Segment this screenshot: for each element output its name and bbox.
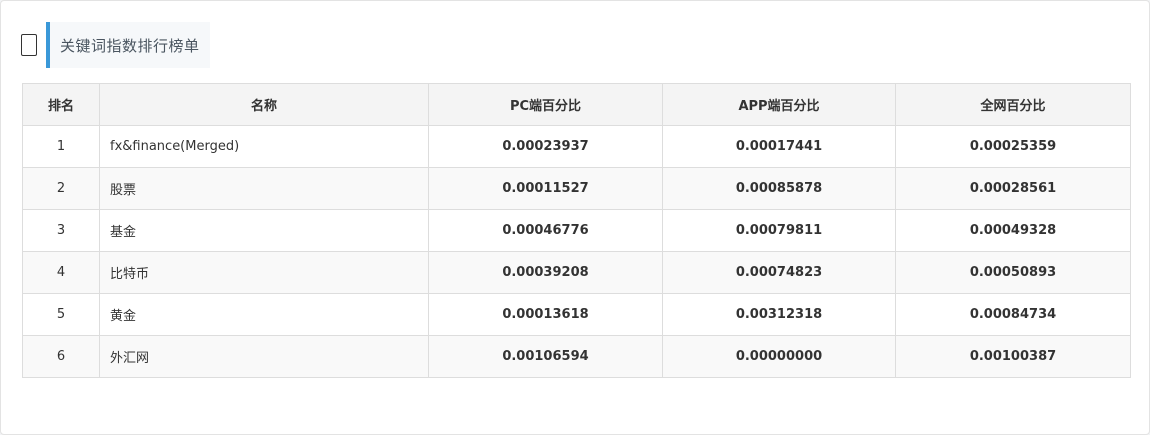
keyword-cell[interactable]: 股票: [99, 167, 429, 210]
column-header-name[interactable]: 名称: [99, 83, 429, 126]
rank-cell: 5: [22, 293, 100, 336]
column-header-rank[interactable]: 排名: [22, 83, 100, 126]
app-percent-cell: 0.00085878: [662, 167, 896, 210]
all-percent-cell: 0.00100387: [895, 335, 1131, 378]
rank-cell: 2: [22, 167, 100, 210]
column-header-all[interactable]: 全网百分比: [895, 83, 1131, 126]
rank-cell: 6: [22, 335, 100, 378]
pc-percent-cell: 0.00011527: [428, 167, 663, 210]
rank-cell: 4: [22, 251, 100, 294]
table-row: 3 基金 0.00046776 0.00079811 0.00049328: [22, 209, 1131, 252]
pc-percent-cell: 0.00013618: [428, 293, 663, 336]
keyword-cell[interactable]: 黄金: [99, 293, 429, 336]
pc-percent-cell: 0.00046776: [428, 209, 663, 252]
pc-percent-cell: 0.00023937: [428, 125, 663, 168]
table-row: 1 fx&finance(Merged) 0.00023937 0.000174…: [22, 125, 1131, 168]
panel-title: 关键词指数排行榜单: [60, 36, 200, 55]
column-header-app[interactable]: APP端百分比: [662, 83, 896, 126]
app-percent-cell: 0.00079811: [662, 209, 896, 252]
title-box: 关键词指数排行榜单: [46, 22, 210, 68]
app-percent-cell: 0.00074823: [662, 251, 896, 294]
all-percent-cell: 0.00028561: [895, 167, 1131, 210]
keyword-cell[interactable]: 比特币: [99, 251, 429, 294]
table-row: 5 黄金 0.00013618 0.00312318 0.00084734: [22, 293, 1131, 336]
panel-header: 关键词指数排行榜单: [21, 22, 210, 68]
rank-cell: 1: [22, 125, 100, 168]
table-row: 2 股票 0.00011527 0.00085878 0.00028561: [22, 167, 1131, 210]
all-percent-cell: 0.00049328: [895, 209, 1131, 252]
column-header-pc[interactable]: PC端百分比: [428, 83, 663, 126]
ranking-panel: 关键词指数排行榜单 排名 名称 PC端百分比 APP端百分比 全网百分比 1 f…: [0, 0, 1150, 435]
table-row: 4 比特币 0.00039208 0.00074823 0.00050893: [22, 251, 1131, 294]
document-icon: [21, 34, 37, 56]
keyword-cell[interactable]: 外汇网: [99, 335, 429, 378]
keyword-cell[interactable]: fx&finance(Merged): [99, 125, 429, 168]
app-percent-cell: 0.00312318: [662, 293, 896, 336]
keyword-cell[interactable]: 基金: [99, 209, 429, 252]
pc-percent-cell: 0.00106594: [428, 335, 663, 378]
all-percent-cell: 0.00025359: [895, 125, 1131, 168]
table-row: 6 外汇网 0.00106594 0.00000000 0.00100387: [22, 335, 1131, 378]
ranking-table: 排名 名称 PC端百分比 APP端百分比 全网百分比 1 fx&finance(…: [22, 83, 1131, 378]
pc-percent-cell: 0.00039208: [428, 251, 663, 294]
app-percent-cell: 0.00000000: [662, 335, 896, 378]
all-percent-cell: 0.00084734: [895, 293, 1131, 336]
all-percent-cell: 0.00050893: [895, 251, 1131, 294]
rank-cell: 3: [22, 209, 100, 252]
app-percent-cell: 0.00017441: [662, 125, 896, 168]
table-header-row: 排名 名称 PC端百分比 APP端百分比 全网百分比: [22, 83, 1131, 126]
